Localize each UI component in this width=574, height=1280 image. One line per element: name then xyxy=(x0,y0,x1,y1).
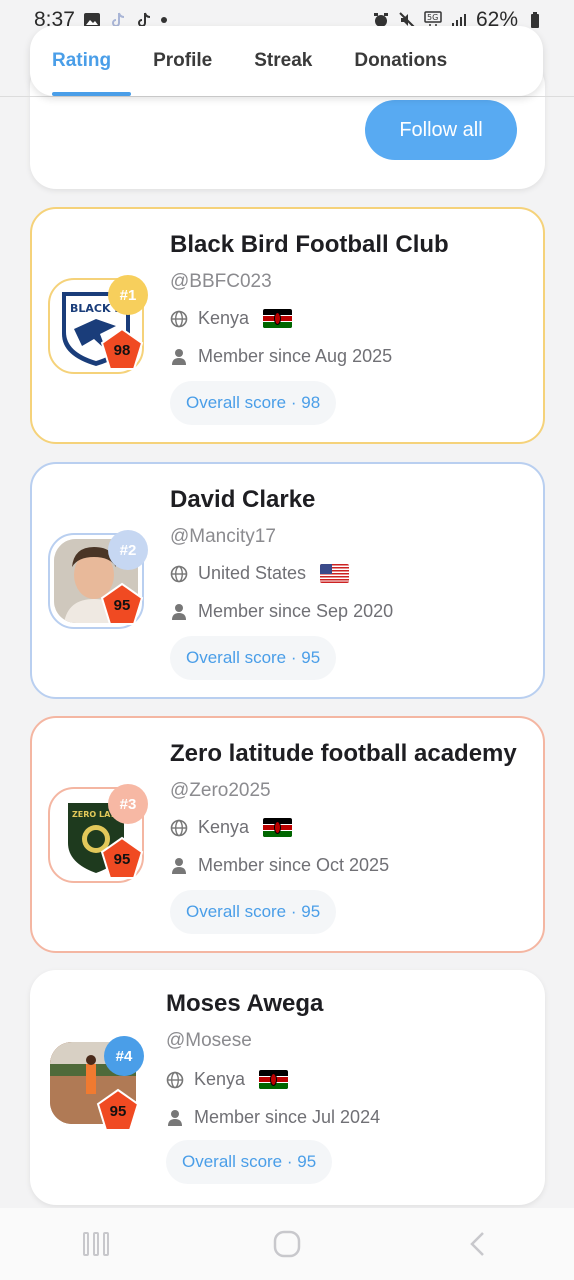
member-row: Member since Aug 2025 xyxy=(170,346,392,367)
follow-all-button[interactable]: Follow all xyxy=(365,100,517,160)
entry-handle: @BBFC023 xyxy=(170,271,272,292)
country-name: Kenya xyxy=(198,308,250,328)
entry-handle: @Zero2025 xyxy=(170,780,271,801)
globe-icon xyxy=(170,310,188,327)
overall-score-pill: Overall score · 98 xyxy=(170,381,337,425)
kenya-flag-icon xyxy=(263,309,293,328)
member-since: Member since Aug 2025 xyxy=(198,346,393,366)
country-row: United States xyxy=(170,563,350,584)
tab-bar: Rating Profile Streak Donations xyxy=(30,26,543,96)
tab-donations[interactable]: Donations xyxy=(354,26,447,96)
country-name: United States xyxy=(198,563,307,583)
tab-rating[interactable]: Rating xyxy=(52,26,132,96)
person-icon xyxy=(172,857,186,874)
kenya-flag-icon xyxy=(259,1070,289,1089)
rating-card[interactable]: #2 95 David Clarke @Mancity17 United Sta… xyxy=(30,462,545,699)
rank-badge: #1 xyxy=(108,275,148,315)
country-name: Kenya xyxy=(194,1069,246,1089)
entry-handle: @Mancity17 xyxy=(170,526,276,547)
recent-apps-icon[interactable] xyxy=(76,1224,116,1264)
overall-score-pill: Overall score · 95 xyxy=(166,1140,333,1184)
globe-icon xyxy=(170,565,188,582)
divider xyxy=(0,96,574,97)
score-badge: 98 xyxy=(100,327,144,371)
country-row: Kenya xyxy=(170,308,293,329)
rating-card[interactable]: BLACK B #1 98 Black Bird Football Club @… xyxy=(30,207,545,444)
rank-badge: #2 xyxy=(108,530,148,570)
globe-icon xyxy=(166,1071,184,1088)
country-row: Kenya xyxy=(166,1069,289,1090)
member-row: Member since Oct 2025 xyxy=(170,855,389,876)
notification-dot-icon xyxy=(160,17,167,23)
score-value: 98 xyxy=(113,342,131,359)
entry-name: David Clarke xyxy=(170,486,316,513)
system-nav-bar xyxy=(0,1208,574,1280)
member-row: Member since Jul 2024 xyxy=(166,1107,380,1128)
person-icon xyxy=(168,1109,182,1126)
overall-score-pill: Overall score · 95 xyxy=(170,636,337,680)
person-icon xyxy=(172,348,186,365)
globe-icon xyxy=(170,819,188,836)
us-flag-icon xyxy=(320,564,350,583)
svg-text:5G: 5G xyxy=(427,13,438,22)
member-since: Member since Sep 2020 xyxy=(198,601,394,621)
person-icon xyxy=(172,603,186,620)
score-value: 95 xyxy=(113,851,131,868)
entry-handle: @Mosese xyxy=(166,1030,252,1051)
score-value: 95 xyxy=(113,597,131,614)
entry-name: Zero latitude football academy xyxy=(170,740,517,767)
battery-icon xyxy=(531,12,539,28)
entry-name: Black Bird Football Club xyxy=(170,231,449,258)
score-badge: 95 xyxy=(100,836,144,880)
country-name: Kenya xyxy=(198,817,250,837)
kenya-flag-icon xyxy=(263,818,293,837)
entry-name: Moses Awega xyxy=(166,990,324,1017)
member-row: Member since Sep 2020 xyxy=(170,601,393,622)
back-icon[interactable] xyxy=(458,1224,498,1264)
tab-profile[interactable]: Profile xyxy=(153,26,212,96)
rank-badge: #4 xyxy=(104,1036,144,1076)
score-badge: 95 xyxy=(100,582,144,626)
score-badge: 95 xyxy=(96,1088,140,1132)
rating-card[interactable]: #4 95 Moses Awega @Mosese Kenya Member s… xyxy=(30,970,545,1205)
tab-streak[interactable]: Streak xyxy=(254,26,312,96)
overall-score-pill: Overall score · 95 xyxy=(170,890,337,934)
member-since: Member since Oct 2025 xyxy=(198,855,390,875)
rating-card[interactable]: ZERO LATI #3 95 Zero latitude football a… xyxy=(30,716,545,953)
member-since: Member since Jul 2024 xyxy=(194,1107,381,1127)
rank-badge: #3 xyxy=(108,784,148,824)
score-value: 95 xyxy=(109,1103,127,1120)
home-icon[interactable] xyxy=(267,1224,307,1264)
country-row: Kenya xyxy=(170,817,293,838)
